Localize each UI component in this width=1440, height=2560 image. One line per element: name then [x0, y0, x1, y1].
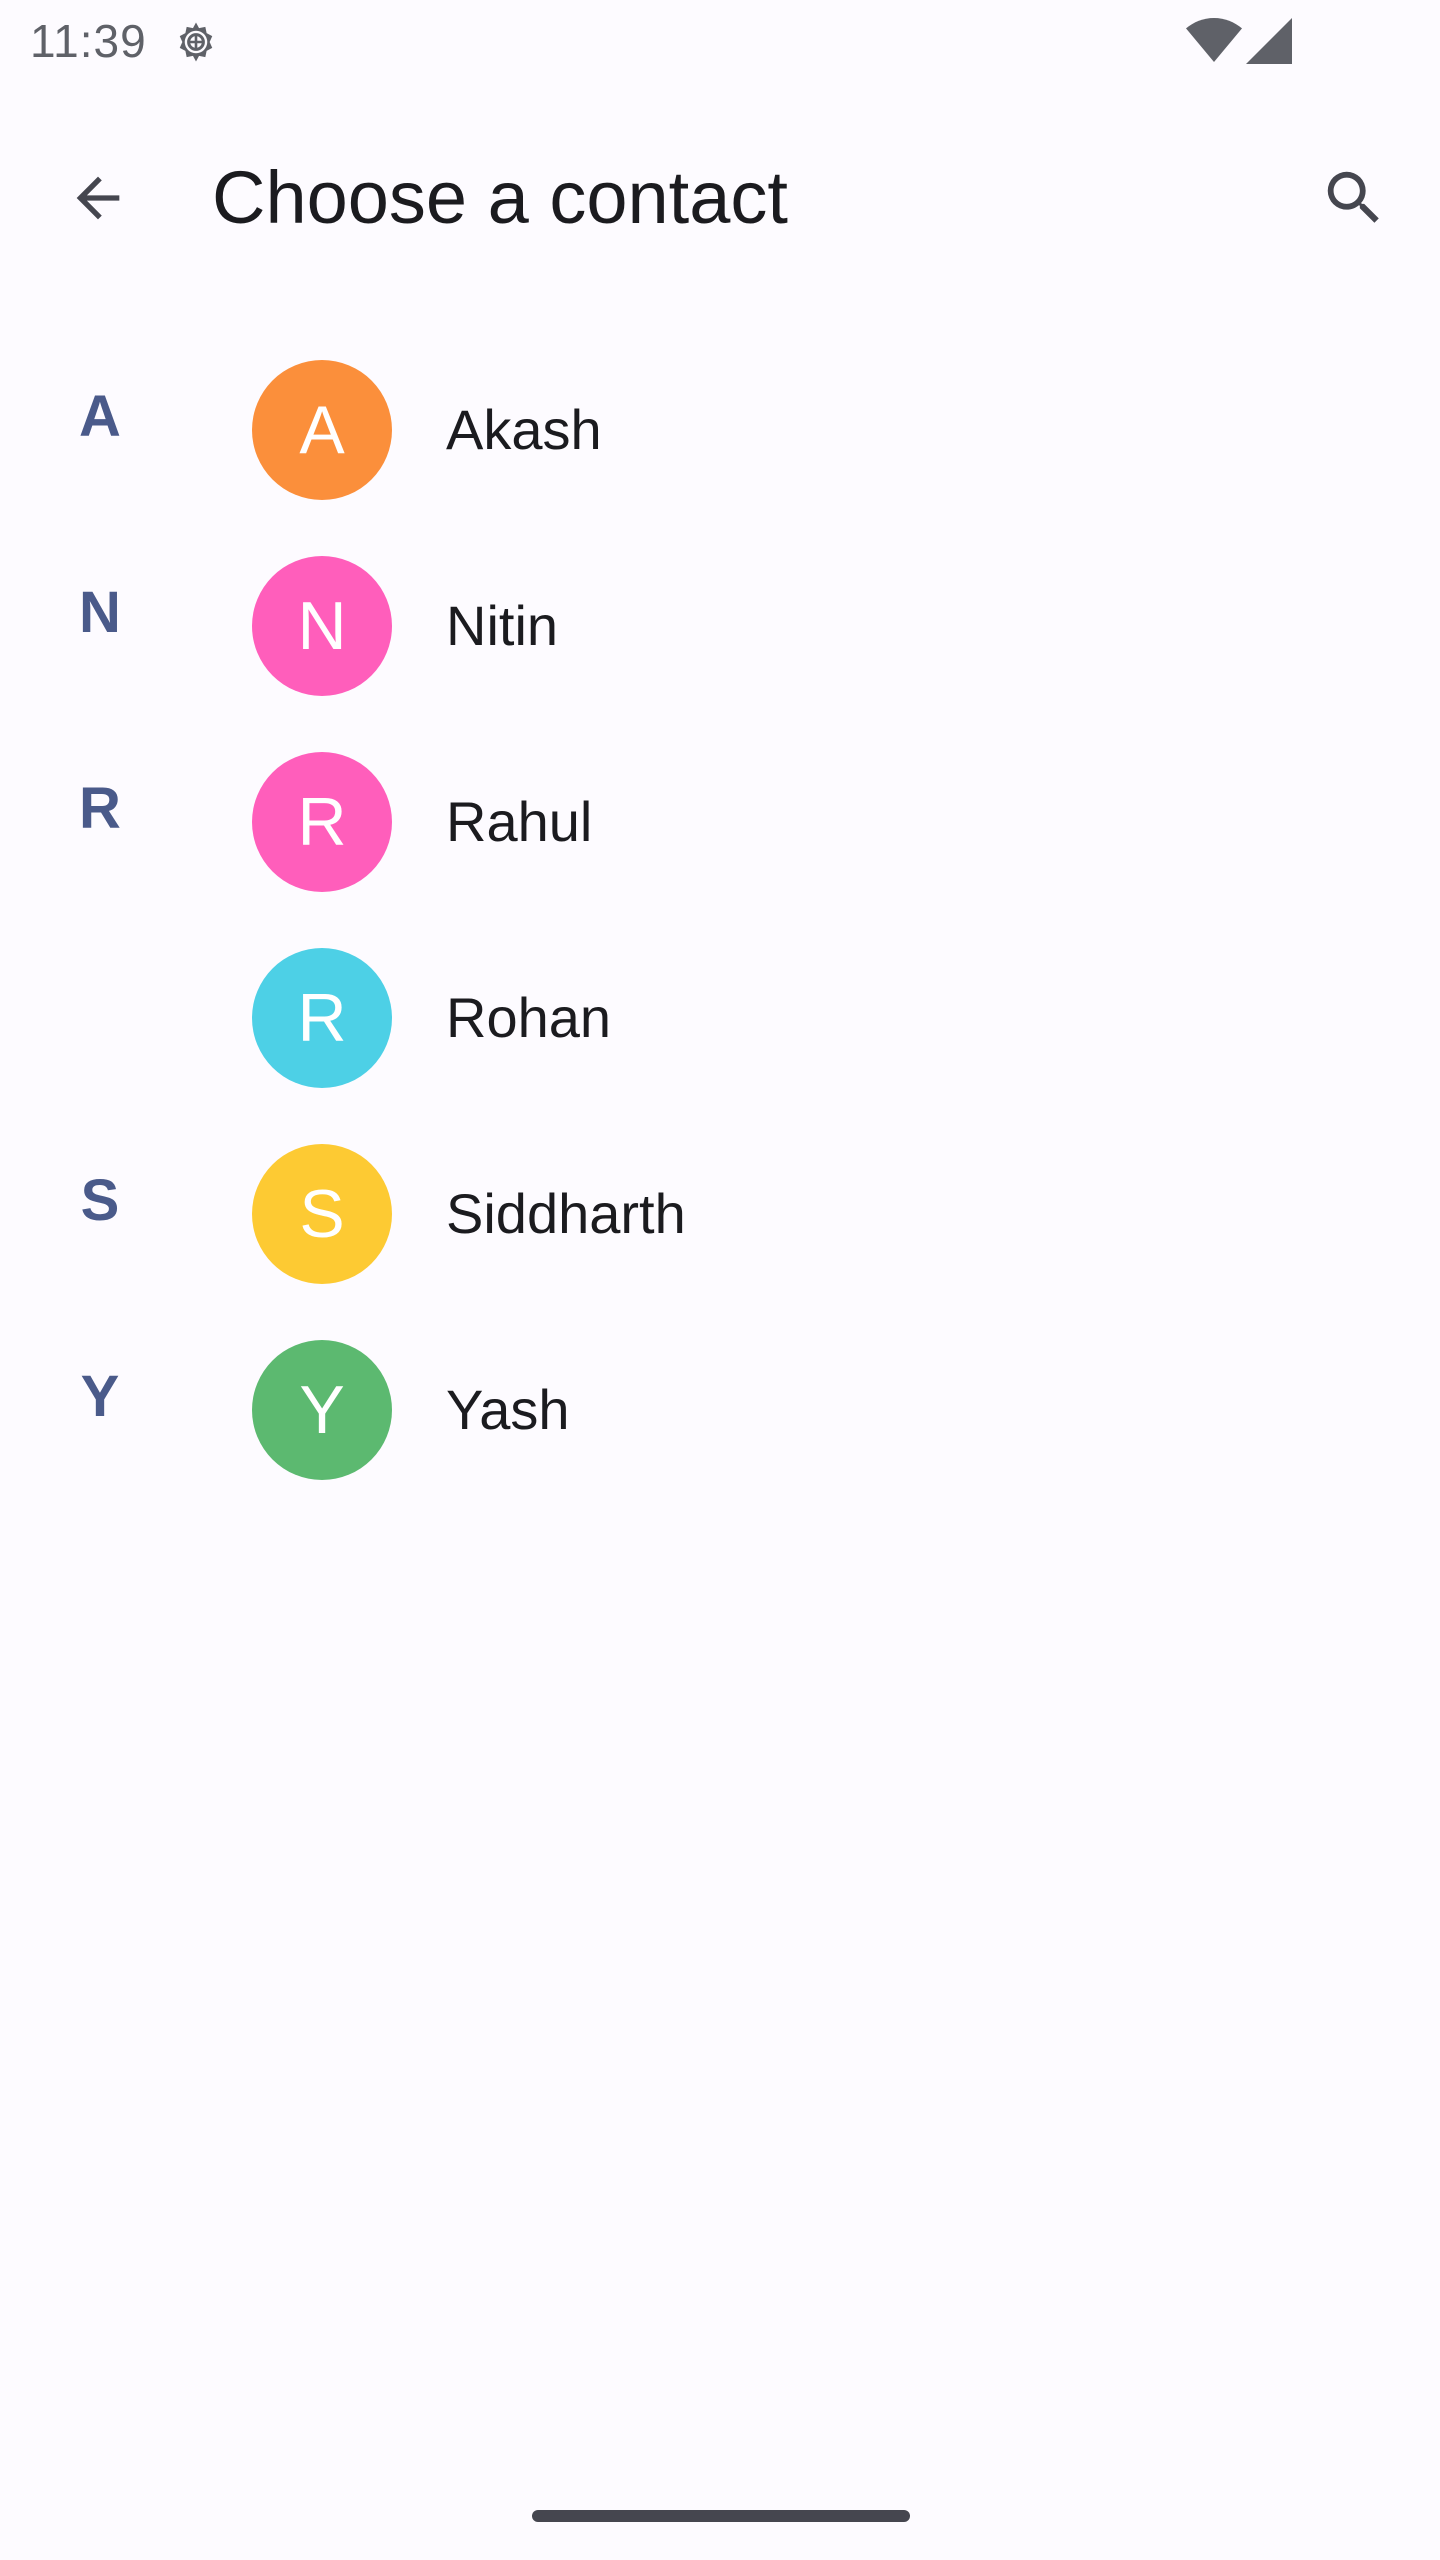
screen: 11:39 Choose a contact A A Akash N N Nit…	[0, 0, 1440, 2560]
avatar-initial: A	[299, 392, 345, 468]
status-time: 11:39	[30, 15, 147, 67]
avatar-initial: Y	[299, 1372, 345, 1448]
contact-row-rahul[interactable]: R R Rahul	[0, 732, 1440, 928]
contact-row-rohan[interactable]: R Rohan	[0, 928, 1440, 1124]
contact-list: A A Akash N N Nitin R R Rahul R Rohan S …	[0, 340, 1440, 1516]
contact-row-nitin[interactable]: N N Nitin	[0, 536, 1440, 732]
contact-name: Rahul	[446, 790, 593, 853]
avatar-initial: S	[299, 1176, 345, 1252]
avatar: N	[252, 556, 392, 696]
back-button[interactable]	[50, 150, 146, 246]
section-letter: R	[79, 776, 121, 841]
avatar-initial: R	[297, 980, 347, 1056]
arrow-back-icon	[76, 176, 120, 220]
avatar: R	[252, 948, 392, 1088]
app-bar: Choose a contact	[0, 100, 1440, 290]
settings-gear-icon	[179, 22, 213, 62]
contact-row-siddharth[interactable]: S S Siddharth	[0, 1124, 1440, 1320]
section-letter: N	[79, 580, 121, 645]
contact-name: Nitin	[446, 594, 559, 657]
search-button[interactable]	[1306, 150, 1402, 246]
avatar-initial: R	[297, 784, 347, 860]
contact-name: Akash	[446, 398, 602, 461]
avatar: S	[252, 1144, 392, 1284]
contact-row-yash[interactable]: Y Y Yash	[0, 1320, 1440, 1516]
search-icon	[1327, 171, 1379, 223]
section-letter: A	[79, 384, 121, 449]
contact-row-akash[interactable]: A A Akash	[0, 340, 1440, 536]
section-letter: S	[80, 1168, 120, 1233]
avatar-initial: N	[297, 588, 347, 664]
avatar: R	[252, 752, 392, 892]
contact-name: Yash	[446, 1378, 570, 1441]
contact-name: Rohan	[446, 986, 612, 1049]
contact-name: Siddharth	[446, 1182, 686, 1245]
avatar: A	[252, 360, 392, 500]
gesture-nav-handle[interactable]	[532, 2510, 910, 2522]
section-letter: Y	[80, 1364, 120, 1429]
page-title: Choose a contact	[212, 156, 788, 239]
wifi-icon	[1186, 18, 1242, 62]
status-bar: 11:39	[0, 0, 1440, 84]
cell-signal-icon	[1246, 18, 1292, 64]
avatar: Y	[252, 1340, 392, 1480]
